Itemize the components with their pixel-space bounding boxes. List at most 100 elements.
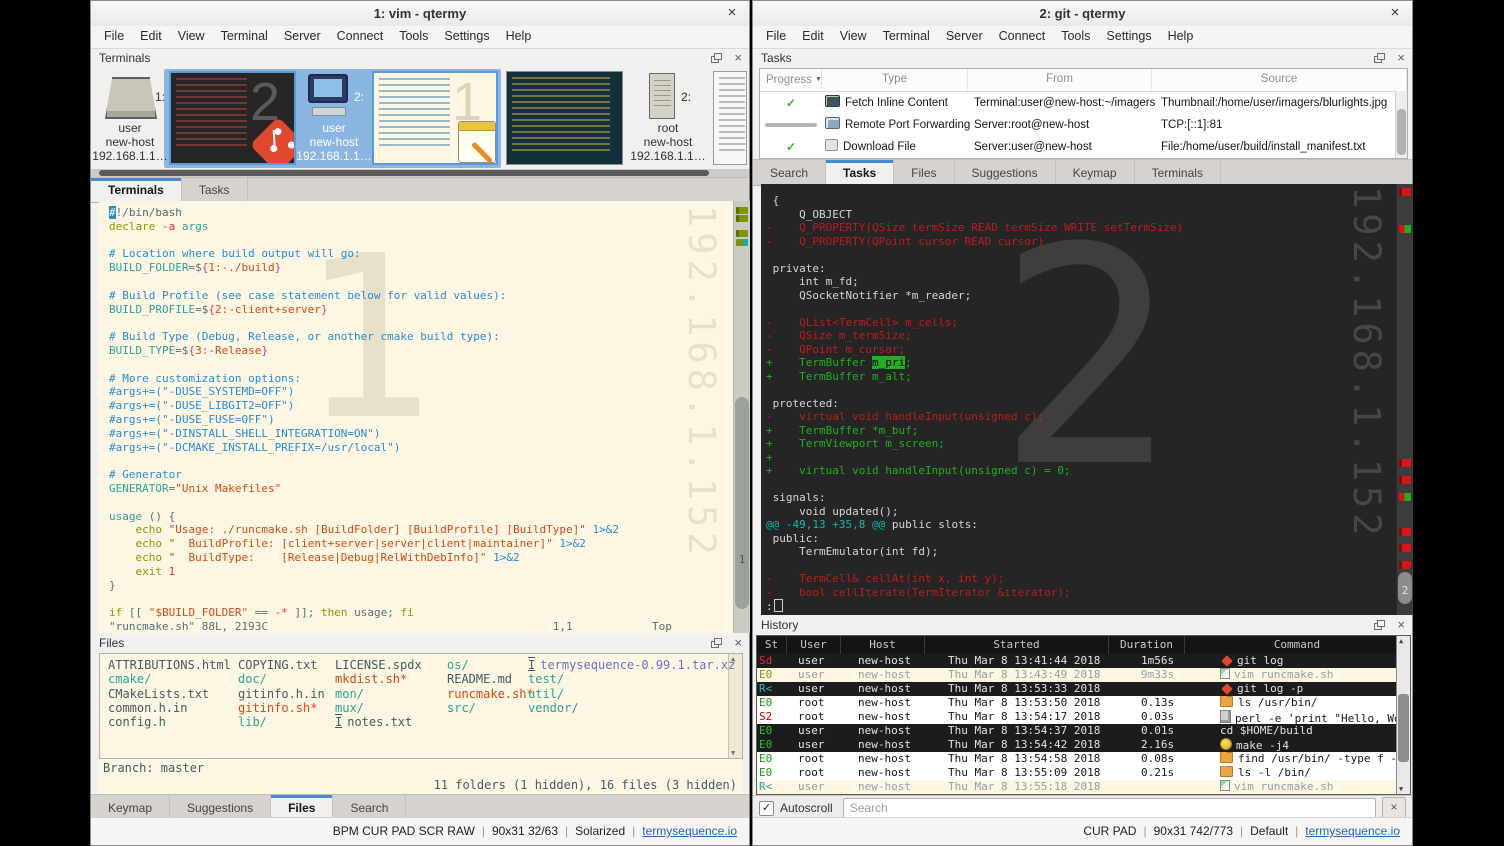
tab-terminals[interactable]: Terminals [1135,160,1221,185]
scroll-annotation-mark[interactable] [1399,528,1411,536]
title-bar[interactable]: 1: vim - qtermy × [91,1,749,27]
tab-tasks[interactable]: Tasks [182,178,248,202]
history-row[interactable]: R<usernew-hostThu Mar 8 13:53:33 2018git… [757,682,1397,696]
dock-float-icon[interactable] [1374,620,1385,630]
thumbnail-server-user[interactable]: 1: user new-host 192.168.1.1… [91,68,169,169]
menu-view[interactable]: View [170,26,213,47]
termysequence-link[interactable]: termysequence.io [642,824,737,838]
history-header-duration[interactable]: Duration [1109,636,1185,654]
menu-server[interactable]: Server [938,26,991,47]
tasks-scrollbar[interactable] [1395,91,1407,158]
history-row[interactable]: Sdusernew-hostThu Mar 8 13:41:44 20181m5… [757,654,1397,668]
menu-edit[interactable]: Edit [794,26,832,47]
dock-close-icon[interactable]: × [1397,51,1405,65]
history-row[interactable]: E0usernew-hostThu Mar 8 13:43:49 20189m3… [757,668,1397,682]
history-dock-header[interactable]: History × [753,615,1412,635]
file-entry[interactable]: config.h [108,715,231,729]
file-entry[interactable]: ATTRIBUTIONS.html [108,658,231,672]
file-entry[interactable]: CMakeLists.txt [108,687,231,701]
dock-close-icon[interactable]: × [734,51,742,65]
menu-help[interactable]: Help [1160,26,1202,47]
scroll-annotation-mark[interactable] [1399,188,1411,196]
menu-tools[interactable]: Tools [391,26,436,47]
tasks-header-source[interactable]: Source [1152,69,1407,91]
tasks-dock-header[interactable]: Tasks × [753,48,1412,68]
scroll-annotation-mark[interactable] [736,239,748,246]
files-dock-header[interactable]: Files × [91,633,749,653]
dock-close-icon[interactable]: × [1397,618,1405,632]
thumbnail-server-user-2[interactable]: 2: user new-host 192.168.1.1… [296,68,372,169]
scroll-annotation-mark[interactable] [736,230,748,237]
autoscroll-checkbox[interactable]: ✓ [759,801,774,816]
history-header-started[interactable]: Started [925,636,1109,654]
tab-terminals[interactable]: Terminals [91,178,182,202]
file-entry[interactable]: mkdist.sh* [335,672,422,686]
file-entry[interactable]: gitinfo.h.in [238,687,325,701]
terminal-scrollbar[interactable]: 2 [1396,184,1413,615]
tab-tasks[interactable]: Tasks [826,160,894,185]
scrollbar-thumb[interactable] [735,397,749,609]
task-row[interactable]: ✓Download FileServer:user@new-hostFile:/… [760,136,1407,158]
scroll-annotation-mark[interactable] [736,207,748,214]
history-row[interactable]: E0rootnew-hostThu Mar 8 13:54:58 20180.0… [757,752,1397,766]
terminal-scrollbar[interactable]: 1 [733,201,750,633]
history-header-user[interactable]: User [787,636,841,654]
file-entry[interactable]: vendor/ [528,701,735,715]
menu-file[interactable]: File [96,26,132,47]
terminal-viewport-git[interactable]: 2 192.168.1.152 { Q_OBJECT- Q_PROPERTY(Q… [761,184,1413,615]
menu-view[interactable]: View [832,26,875,47]
thumbnails-scrollbar[interactable] [91,169,749,177]
file-entry[interactable]: src/ [447,701,534,715]
file-entry[interactable]: Inotes.txt [335,715,422,729]
file-entry[interactable]: lib/ [238,715,325,729]
history-row[interactable]: E0rootnew-hostThu Mar 8 13:53:50 20180.1… [757,696,1397,710]
tasks-header-from[interactable]: From [968,69,1152,91]
history-row[interactable]: S2rootnew-hostThu Mar 8 13:54:17 20180.0… [757,710,1397,724]
tasks-header-type[interactable]: Type [822,69,968,91]
scroll-annotation-mark[interactable] [1399,493,1411,501]
termysequence-link[interactable]: termysequence.io [1305,824,1400,838]
title-bar[interactable]: 2: git - qtermy × [753,1,1412,27]
file-entry[interactable]: mux/ [335,701,422,715]
scroll-annotation-mark[interactable] [736,215,748,222]
file-entry[interactable]: Itermysequence-0.99.1.tar.xz [528,658,735,672]
thumbnail-server-root[interactable]: 2: root new-host 192.168.1.1… [629,68,709,169]
thumbnail-terminal-3[interactable] [506,71,623,165]
history-header-host[interactable]: Host [841,636,925,654]
dock-float-icon[interactable] [711,53,722,63]
file-entry[interactable]: test/ [528,672,735,686]
window-close-icon[interactable]: × [1387,1,1403,25]
tab-keymap[interactable]: Keymap [1056,160,1135,185]
tasks-table-header[interactable]: Progress▼ Type From Source [760,69,1407,92]
dock-close-icon[interactable]: × [734,636,742,650]
menu-file[interactable]: File [758,26,794,47]
file-entry[interactable]: cmake/ [108,672,231,686]
clear-search-button[interactable]: × [1382,797,1406,819]
file-entry[interactable]: LICENSE.spdx [335,658,422,672]
history-table-header[interactable]: St User Host Started Duration Command [757,636,1410,654]
file-entry[interactable]: gitinfo.sh* [238,701,325,715]
menu-tools[interactable]: Tools [1053,26,1098,47]
dock-float-icon[interactable] [711,638,722,648]
menu-terminal[interactable]: Terminal [213,26,276,47]
menu-edit[interactable]: Edit [132,26,170,47]
thumbnail-terminal-2[interactable]: 2 [169,71,296,165]
history-row[interactable]: R<usernew-hostThu Mar 8 13:55:18 2018vim… [757,780,1397,794]
task-row[interactable]: ✓Fetch Inline ContentTerminal:user@new-h… [760,92,1407,114]
scroll-annotation-mark[interactable] [1399,544,1411,552]
file-entry[interactable]: doc/ [238,672,325,686]
file-entry[interactable]: COPYING.txt [238,658,325,672]
file-entry[interactable]: util/ [528,687,735,701]
thumbnail-terminal-1[interactable]: 1 [372,71,498,165]
terminal-viewport-vim[interactable]: 1 192.168.1.152 #!/bin/bashdeclare -a ar… [99,201,750,633]
scroll-annotation-mark[interactable] [1399,459,1411,467]
tab-search[interactable]: Search [753,160,826,185]
menu-server[interactable]: Server [276,26,329,47]
file-entry[interactable]: os/ [447,658,534,672]
file-entry[interactable]: runcmake.sh* [447,687,534,701]
scroll-annotation-mark[interactable] [1399,476,1411,484]
menu-settings[interactable]: Settings [1098,26,1159,47]
history-row[interactable]: E0usernew-hostThu Mar 8 13:54:42 20182.1… [757,738,1397,752]
menu-connect[interactable]: Connect [991,26,1054,47]
thumbnail-terminal-4[interactable] [713,71,747,165]
